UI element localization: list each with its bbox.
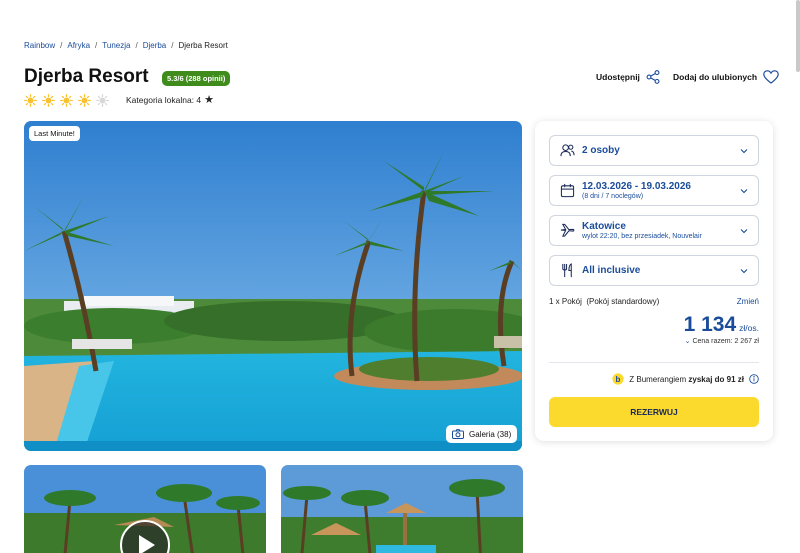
breadcrumb-separator: /: [171, 41, 174, 50]
dates-value: 12.03.2026 - 19.03.2026: [582, 181, 691, 192]
main-hotel-photo[interactable]: [24, 121, 522, 451]
departure-select[interactable]: Katowice wylot 22:20, bez przesiadek, No…: [549, 215, 759, 246]
hotel-title: Djerba Resort: [24, 66, 149, 87]
departure-details: wylot 22:20, bez przesiadek, Nouvelair: [582, 233, 702, 240]
persons-value: 2 osoby: [582, 145, 620, 156]
rating-badge[interactable]: 5.3/6 (288 opinii): [162, 71, 231, 86]
share-button[interactable]: Udostępnij: [596, 70, 660, 84]
breadcrumb-link-afryka[interactable]: Afryka: [67, 41, 90, 50]
bumerang-logo-icon: b: [612, 373, 624, 385]
price-amount: 1 134: [683, 313, 737, 336]
total-price: Cena razem: 2 267 zł: [692, 338, 759, 345]
local-category-label: Kategoria lokalna: 4: [126, 95, 202, 105]
star-icon: ★: [204, 93, 215, 106]
breadcrumb-separator: /: [60, 41, 63, 50]
bumerang-text: Z Bumerangiem zyskaj do 91 zł: [629, 375, 744, 384]
cutlery-icon: [562, 263, 572, 278]
sun-icon-filled: [60, 94, 73, 107]
dates-duration: (8 dni / 7 noclegów): [582, 193, 644, 200]
departure-value: Katowice: [582, 221, 626, 232]
video-thumbnail[interactable]: [24, 465, 266, 553]
booking-panel: 2 osoby 12.03.2026 - 19.03.2026 (8 dni /…: [535, 121, 773, 441]
change-room-link[interactable]: Zmień: [737, 297, 759, 306]
persons-select[interactable]: 2 osoby: [549, 135, 759, 166]
favorite-label: Dodaj do ulubionych: [673, 72, 758, 82]
bumerang-prefix: Z Bumerangiem: [629, 374, 687, 384]
favorite-button[interactable]: Dodaj do ulubionych: [673, 70, 779, 84]
info-icon[interactable]: [749, 374, 759, 384]
divider: [549, 362, 759, 363]
persons-value-wrap: 2 osoby: [582, 145, 620, 156]
dates-value-wrap: 12.03.2026 - 19.03.2026 (8 dni / 7 nocle…: [582, 181, 691, 200]
sun-icon-empty: [96, 94, 109, 107]
breadcrumb-separator: /: [95, 41, 98, 50]
chevron-down-icon: [740, 148, 748, 153]
dates-select[interactable]: 12.03.2026 - 19.03.2026 (8 dni / 7 nocle…: [549, 175, 759, 206]
sun-icon-filled: [24, 94, 37, 107]
local-category: Kategoria lokalna: 4 ★: [126, 93, 215, 106]
last-minute-badge: Last Minute!: [29, 126, 80, 141]
price-unit: zł/os.: [739, 323, 759, 333]
sun-rating: [24, 94, 109, 107]
total-price-toggle[interactable]: ⌄ Cena razem: 2 267 zł: [685, 337, 759, 345]
board-value: All inclusive: [582, 265, 641, 276]
breadcrumb-link-djerba[interactable]: Djerba: [143, 41, 167, 50]
share-icon: [646, 70, 660, 84]
reserve-button[interactable]: REZERWUJ: [549, 397, 759, 427]
people-icon: [560, 144, 575, 157]
room-label: 1 x Pokój (Pokój standardowy): [549, 297, 660, 306]
chevron-down-icon: ⌄: [684, 338, 691, 345]
gallery-label: Galeria (38): [469, 429, 512, 439]
departure-value-wrap: Katowice wylot 22:20, bez przesiadek, No…: [582, 221, 702, 240]
breadcrumb-separator: /: [135, 41, 138, 50]
chevron-down-icon: [740, 188, 748, 193]
heart-icon: [763, 70, 779, 84]
plane-icon: [560, 223, 575, 237]
calendar-icon: [560, 183, 575, 198]
breadcrumb-link-tunezja[interactable]: Tunezja: [102, 41, 130, 50]
price: 1 134 zł/os.: [684, 313, 759, 337]
gallery-button[interactable]: Galeria (38): [446, 425, 518, 443]
chevron-down-icon: [740, 228, 748, 233]
share-label: Udostępnij: [596, 72, 640, 82]
chevron-down-icon: [740, 268, 748, 273]
sun-icon-filled: [78, 94, 91, 107]
breadcrumb: Rainbow / Afryka / Tunezja / Djerba / Dj…: [24, 41, 228, 50]
camera-icon: [452, 429, 464, 439]
photo-thumbnail[interactable]: [281, 465, 523, 553]
scrollbar[interactable]: [796, 0, 800, 72]
room-row: 1 x Pokój (Pokój standardowy) Zmień: [549, 297, 759, 306]
sun-icon-filled: [42, 94, 55, 107]
board-select[interactable]: All inclusive: [549, 255, 759, 286]
breadcrumb-link-rainbow[interactable]: Rainbow: [24, 41, 55, 50]
breadcrumb-current: Djerba Resort: [178, 41, 228, 50]
bumerang-info: b Z Bumerangiem zyskaj do 91 zł: [612, 373, 759, 385]
svg-text:b: b: [616, 375, 621, 384]
board-value-wrap: All inclusive: [582, 265, 640, 276]
bumerang-amount: zyskaj do 91 zł: [688, 374, 744, 384]
